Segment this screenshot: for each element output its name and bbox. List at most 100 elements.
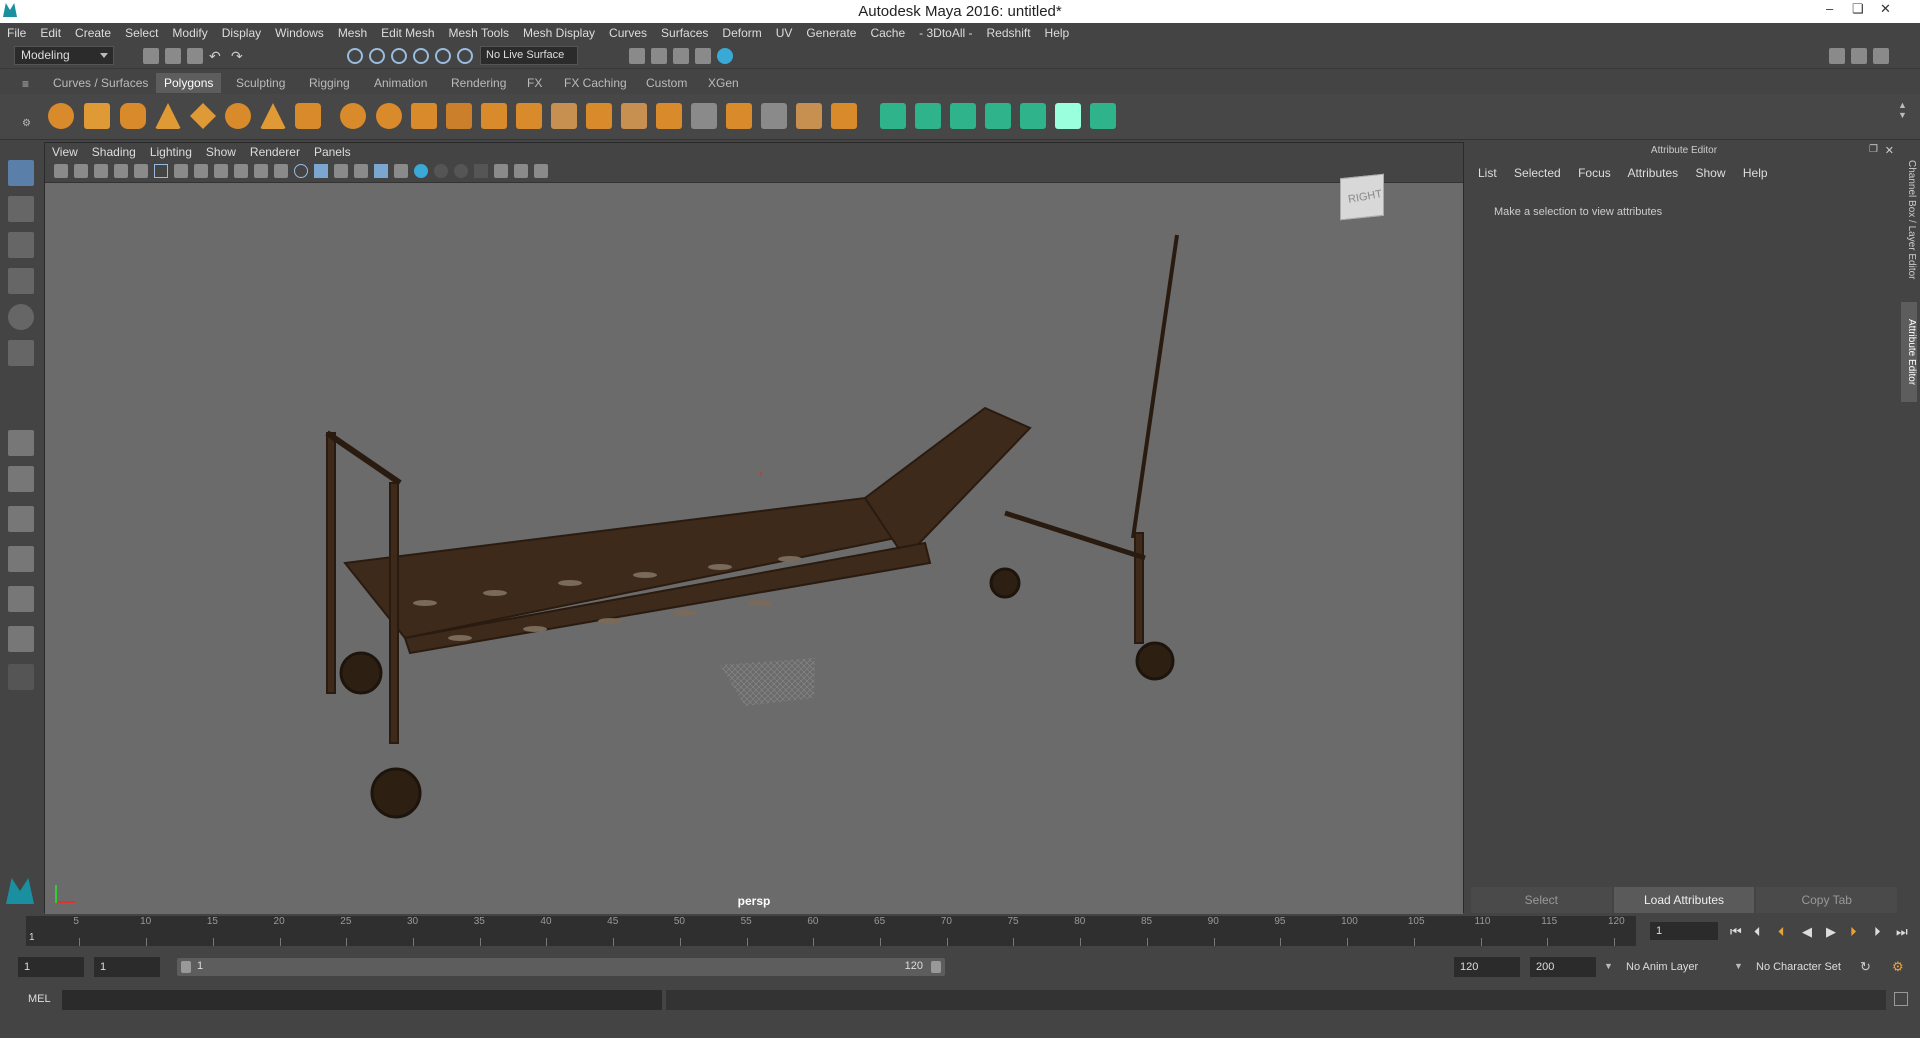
tab-animation[interactable]: Animation <box>366 73 435 93</box>
offset-edge-loop-icon[interactable] <box>796 103 822 129</box>
viewport-canvas[interactable]: + persp <box>45 183 1463 914</box>
auto-key-icon[interactable]: ↻ <box>1860 959 1871 975</box>
select-button[interactable]: Select <box>1471 887 1612 913</box>
resolution-gate-icon[interactable] <box>194 164 208 178</box>
poly-sphere-icon[interactable] <box>48 103 74 129</box>
viewport-menu-lighting[interactable]: Lighting <box>143 143 199 161</box>
grease-pencil-icon[interactable] <box>134 164 148 178</box>
float-panel-icon[interactable]: ❐ <box>1869 144 1878 155</box>
step-forward-icon[interactable]: ⏵ <box>1874 924 1881 940</box>
range-start-handle[interactable] <box>181 961 191 973</box>
poly-plane-icon[interactable] <box>190 103 216 129</box>
image-plane-icon[interactable] <box>94 164 108 178</box>
menu-redshift[interactable]: Redshift <box>980 23 1038 43</box>
end-time-field[interactable]: 200 <box>1530 957 1596 977</box>
safe-title-icon[interactable] <box>274 164 288 178</box>
hypershade-layout-icon[interactable] <box>8 626 34 652</box>
extract-icon[interactable] <box>411 103 437 129</box>
layout-options-icon[interactable] <box>8 664 34 690</box>
attr-menu-show[interactable]: Show <box>1695 166 1725 180</box>
viewport-menu-shading[interactable]: Shading <box>85 143 143 161</box>
bevel-icon[interactable] <box>656 103 682 129</box>
menu-uv[interactable]: UV <box>769 23 800 43</box>
uv-checker-icon[interactable] <box>1055 103 1081 129</box>
paint-select-tool-icon[interactable] <box>8 232 34 258</box>
live-surface-field[interactable]: No Live Surface <box>480 46 578 65</box>
insert-edge-loop-icon[interactable] <box>761 103 787 129</box>
average-vertices-icon[interactable] <box>516 103 542 129</box>
render-frame-icon[interactable] <box>651 48 667 64</box>
tab-polygons[interactable]: Polygons <box>156 73 222 93</box>
open-scene-icon[interactable] <box>165 48 181 64</box>
poly-cone-icon[interactable] <box>155 103 181 129</box>
minimize-icon[interactable]: – <box>1826 1 1833 16</box>
outliner-layout-icon[interactable] <box>8 586 34 612</box>
snap-point-icon[interactable] <box>457 48 473 64</box>
shelf-scroll-icon[interactable]: ▲ ▼ <box>1898 100 1907 120</box>
attribute-editor-toggle-icon[interactable] <box>1851 48 1867 64</box>
scale-tool-icon[interactable] <box>8 340 34 366</box>
ipr-render-icon[interactable] <box>673 48 689 64</box>
shadows-icon[interactable] <box>394 164 408 178</box>
cut-sew-uv-icon[interactable] <box>1090 103 1116 129</box>
menu-file[interactable]: File <box>0 23 33 43</box>
mode-selector[interactable]: Modeling <box>14 46 114 65</box>
select-by-component-icon[interactable] <box>391 48 407 64</box>
hypershade-icon[interactable] <box>717 48 733 64</box>
viewport-menu-view[interactable]: View <box>45 143 85 161</box>
start-time-field[interactable]: 1 <box>18 957 84 977</box>
playback-start-field[interactable]: 1 <box>94 957 160 977</box>
poly-cylinder-icon[interactable] <box>120 103 146 129</box>
character-set-selector[interactable]: No Character Set <box>1750 957 1868 977</box>
spherical-uv-icon[interactable] <box>950 103 976 129</box>
merge-icon[interactable] <box>831 103 857 129</box>
tab-sculpting[interactable]: Sculpting <box>228 73 293 93</box>
anti-aliasing-icon[interactable] <box>474 164 488 178</box>
move-tool-icon[interactable] <box>8 268 34 294</box>
menu-display[interactable]: Display <box>215 23 268 43</box>
attr-menu-help[interactable]: Help <box>1743 166 1768 180</box>
go-to-end-icon[interactable]: ⏭ <box>1896 924 1908 940</box>
channel-box-toggle-icon[interactable] <box>1873 48 1889 64</box>
menu-modify[interactable]: Modify <box>165 23 214 43</box>
command-input[interactable] <box>62 990 662 1010</box>
menu-deform[interactable]: Deform <box>715 23 768 43</box>
step-forward-key-icon[interactable]: ⏵ <box>1850 924 1857 940</box>
current-frame-field[interactable]: 1 <box>1650 922 1718 940</box>
separate-icon[interactable] <box>376 103 402 129</box>
extrude-icon[interactable] <box>586 103 612 129</box>
four-view-layout-icon[interactable] <box>8 466 34 492</box>
select-tool-icon[interactable] <box>8 160 34 186</box>
select-by-object-icon[interactable] <box>369 48 385 64</box>
modeling-toolkit-icon[interactable] <box>1829 48 1845 64</box>
cylindrical-uv-icon[interactable] <box>915 103 941 129</box>
playback-end-field[interactable]: 120 <box>1454 957 1520 977</box>
lasso-tool-icon[interactable] <box>8 196 34 222</box>
render-view-icon[interactable] <box>629 48 645 64</box>
perspective-viewport[interactable]: View Shading Lighting Show Renderer Pane… <box>44 142 1464 914</box>
xray-icon[interactable] <box>414 164 428 178</box>
field-chart-icon[interactable] <box>234 164 248 178</box>
redo-icon[interactable]: ↷ <box>231 48 247 64</box>
maximize-icon[interactable]: ❏ <box>1852 1 1864 17</box>
append-polygon-icon[interactable] <box>621 103 647 129</box>
tab-rendering[interactable]: Rendering <box>443 73 514 93</box>
tab-fx-caching[interactable]: FX Caching <box>556 73 635 93</box>
uv-editor-icon[interactable] <box>1020 103 1046 129</box>
shelf-settings-icon[interactable]: ⚙ <box>22 118 31 129</box>
save-scene-icon[interactable] <box>187 48 203 64</box>
script-editor-icon[interactable] <box>1894 992 1908 1006</box>
bookmarks-icon[interactable] <box>74 164 88 178</box>
xray-joints-icon[interactable] <box>514 164 528 178</box>
menu-mesh-display[interactable]: Mesh Display <box>516 23 602 43</box>
automatic-uv-icon[interactable] <box>985 103 1011 129</box>
close-panel-icon[interactable]: ✕ <box>1885 144 1894 157</box>
persp-outliner-layout-icon[interactable] <box>8 506 34 532</box>
play-backwards-icon[interactable]: ◀ <box>1802 924 1812 940</box>
persp-graph-layout-icon[interactable] <box>8 546 34 572</box>
tab-rigging[interactable]: Rigging <box>301 73 358 93</box>
anim-layer-selector[interactable]: No Anim Layer <box>1620 957 1738 977</box>
menu-curves[interactable]: Curves <box>602 23 654 43</box>
menu-windows[interactable]: Windows <box>268 23 331 43</box>
tab-attribute-editor[interactable]: Attribute Editor <box>1901 302 1917 402</box>
